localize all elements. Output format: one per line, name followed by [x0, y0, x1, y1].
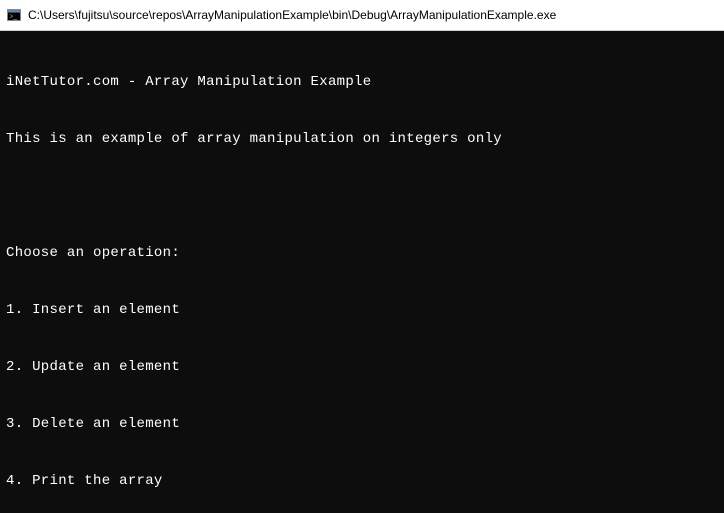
titlebar[interactable]: >_ C:\Users\fujitsu\source\repos\ArrayMa… [0, 0, 724, 31]
window-title: C:\Users\fujitsu\source\repos\ArrayManip… [28, 8, 556, 22]
console-line: Choose an operation: [6, 244, 722, 263]
console-window: >_ C:\Users\fujitsu\source\repos\ArrayMa… [0, 0, 724, 513]
console-line: 4. Print the array [6, 472, 722, 491]
console-line: 2. Update an element [6, 358, 722, 377]
console-line [6, 187, 722, 206]
console-line: This is an example of array manipulation… [6, 130, 722, 149]
console-line: 1. Insert an element [6, 301, 722, 320]
svg-text:>_: >_ [10, 13, 18, 21]
console-line: iNetTutor.com - Array Manipulation Examp… [6, 73, 722, 92]
console-output[interactable]: iNetTutor.com - Array Manipulation Examp… [0, 31, 724, 513]
console-line: 3. Delete an element [6, 415, 722, 434]
console-app-icon: >_ [6, 7, 22, 23]
